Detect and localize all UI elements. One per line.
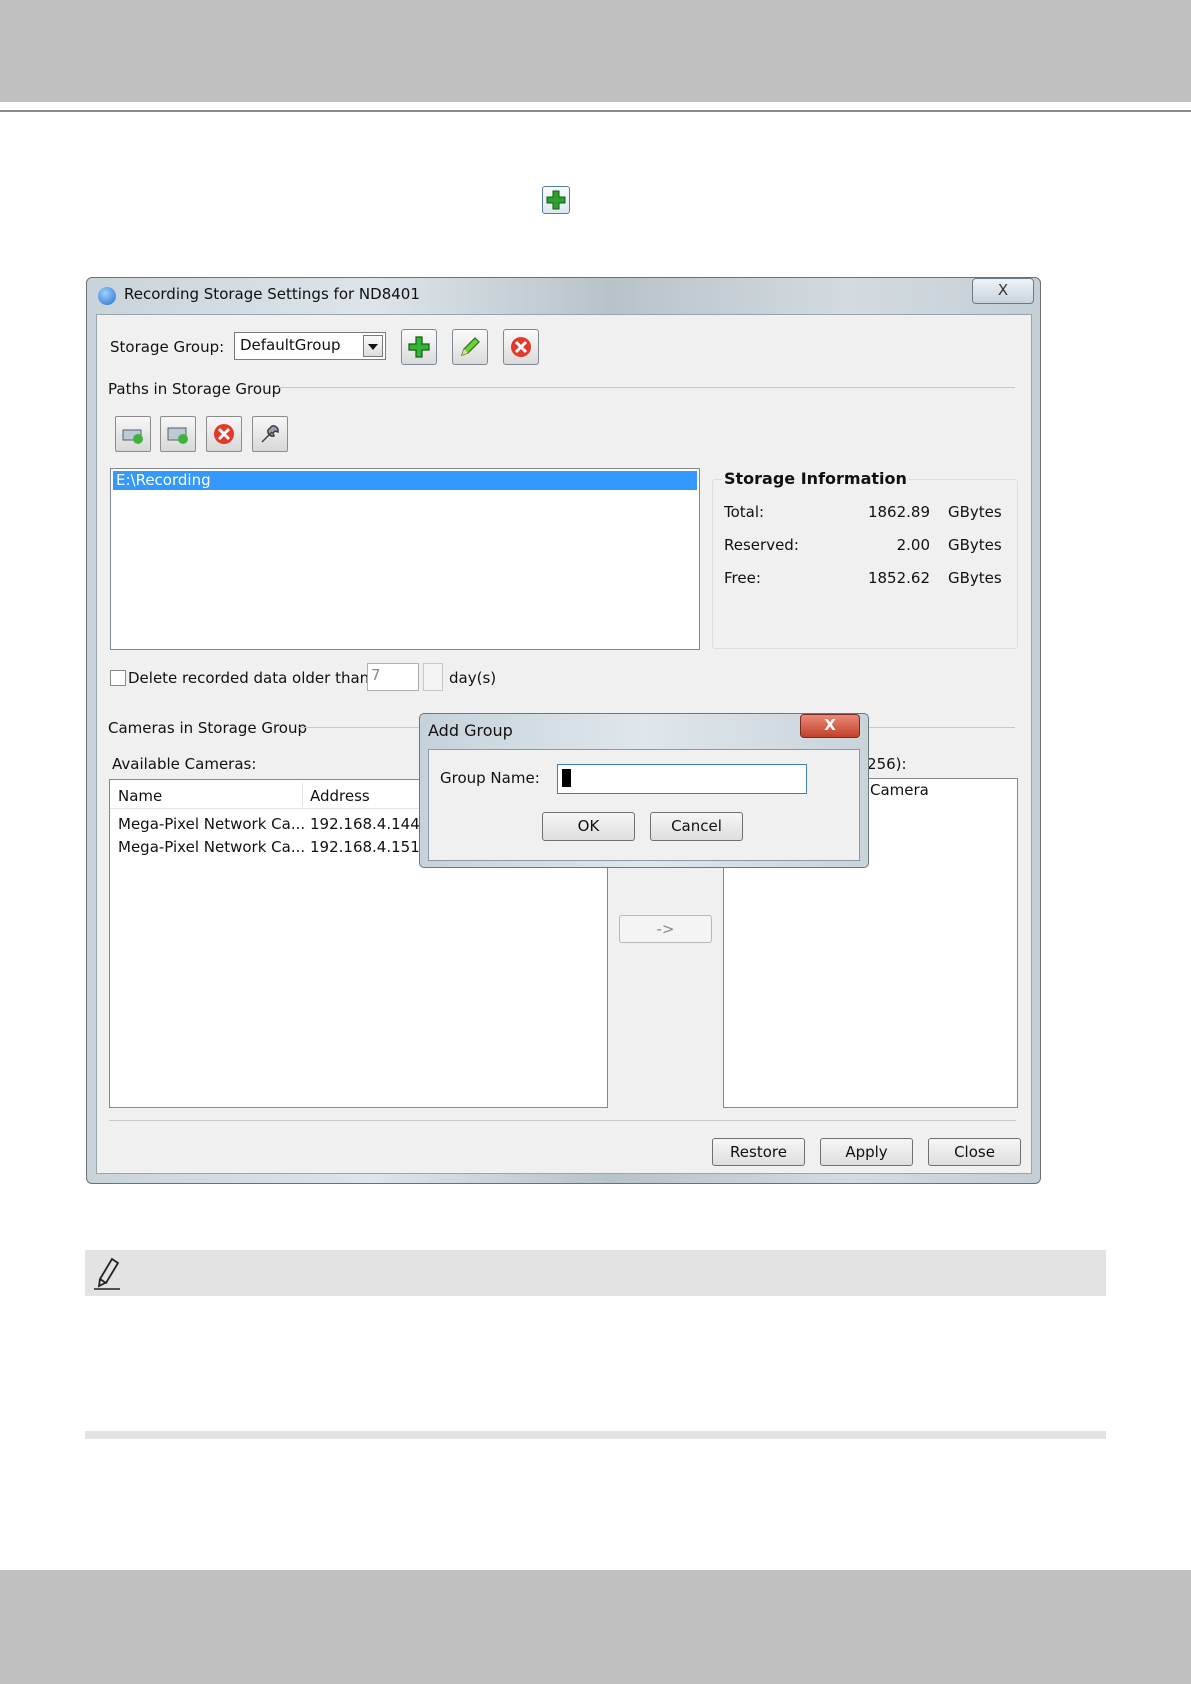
storage-reserved-unit: GBytes: [948, 536, 1002, 554]
dialog-title: Add Group: [428, 721, 513, 740]
cancel-button[interactable]: Cancel: [650, 812, 743, 841]
camera-name-cell[interactable]: Mega-Pixel Network Ca...: [118, 815, 305, 833]
close-button[interactable]: Close: [928, 1138, 1021, 1166]
list-item[interactable]: Camera: [870, 781, 929, 799]
storage-reserved-value: 2.00: [896, 536, 930, 554]
add-icon: [408, 336, 430, 358]
header-rule: [0, 110, 1191, 112]
add-network-path-icon: [167, 427, 188, 444]
note-bar: [85, 1250, 1106, 1296]
window-title: Recording Storage Settings for ND8401: [124, 285, 420, 303]
chevron-down-icon[interactable]: [363, 335, 383, 357]
edit-icon: [461, 337, 480, 356]
pencil-note-icon: [92, 1255, 128, 1291]
text-caret: [562, 769, 571, 787]
move-right-button[interactable]: ->: [619, 915, 712, 943]
apply-button[interactable]: Apply: [820, 1138, 913, 1166]
camera-address-cell[interactable]: 192.168.4.151: [310, 838, 420, 856]
add-network-path-button[interactable]: [160, 416, 196, 452]
storage-reserved-label: Reserved:: [724, 536, 799, 554]
add-group-button[interactable]: [401, 329, 437, 365]
storage-group-select[interactable]: DefaultGroup: [234, 332, 386, 360]
storage-info-title: Storage Information: [722, 469, 909, 488]
retention-days-stepper[interactable]: [423, 663, 443, 691]
paths-section-label: Paths in Storage Group: [108, 380, 282, 398]
retention-days-input[interactable]: 7: [367, 663, 419, 691]
add-path-button[interactable]: [115, 416, 151, 452]
group-name-input[interactable]: [557, 764, 807, 794]
delete-icon: [511, 337, 531, 357]
delete-older-checkbox[interactable]: [110, 670, 126, 686]
storage-group-value: DefaultGroup: [240, 336, 341, 354]
available-cameras-label: Available Cameras:: [112, 755, 257, 773]
page-header-band: [0, 0, 1191, 102]
path-settings-button[interactable]: [252, 416, 288, 452]
cameras-section-label: Cameras in Storage Group: [108, 719, 308, 737]
column-header-name[interactable]: Name: [118, 787, 162, 805]
camera-address-cell[interactable]: 192.168.4.144: [310, 815, 420, 833]
dialog-close-button[interactable]: X: [800, 714, 860, 738]
column-divider: [302, 783, 303, 807]
window-close-button[interactable]: X: [972, 278, 1034, 304]
storage-free-unit: GBytes: [948, 569, 1002, 587]
section-separator: [85, 1431, 1106, 1439]
app-logo-icon: [98, 287, 116, 305]
storage-free-value: 1852.62: [867, 569, 930, 587]
storage-total-label: Total:: [724, 503, 765, 521]
green-plus-icon: [542, 186, 570, 214]
remove-path-icon: [214, 424, 234, 444]
edit-group-button[interactable]: [452, 329, 488, 365]
storage-group-label: Storage Group:: [110, 338, 225, 356]
camera-name-cell[interactable]: Mega-Pixel Network Ca...: [118, 838, 305, 856]
list-item[interactable]: E:\Recording: [113, 471, 697, 490]
group-name-label: Group Name:: [440, 769, 540, 787]
delete-group-button[interactable]: [503, 329, 539, 365]
restore-button[interactable]: Restore: [712, 1138, 805, 1166]
section-divider: [278, 387, 1015, 388]
page-footer-band: [0, 1570, 1191, 1684]
remove-path-button[interactable]: [206, 416, 242, 452]
paths-listbox[interactable]: E:\Recording: [110, 468, 700, 650]
storage-total-value: 1862.89: [867, 503, 930, 521]
path-settings-icon: [261, 425, 279, 443]
storage-free-label: Free:: [724, 569, 761, 587]
delete-older-label: Delete recorded data older than: [128, 669, 370, 687]
retention-days-value: 7: [371, 666, 381, 684]
storage-total-unit: GBytes: [948, 503, 1002, 521]
column-header-address[interactable]: Address: [310, 787, 370, 805]
ok-button[interactable]: OK: [542, 812, 635, 841]
add-path-icon: [122, 429, 143, 444]
retention-days-unit: day(s): [449, 669, 497, 687]
footer-divider: [109, 1120, 1016, 1121]
